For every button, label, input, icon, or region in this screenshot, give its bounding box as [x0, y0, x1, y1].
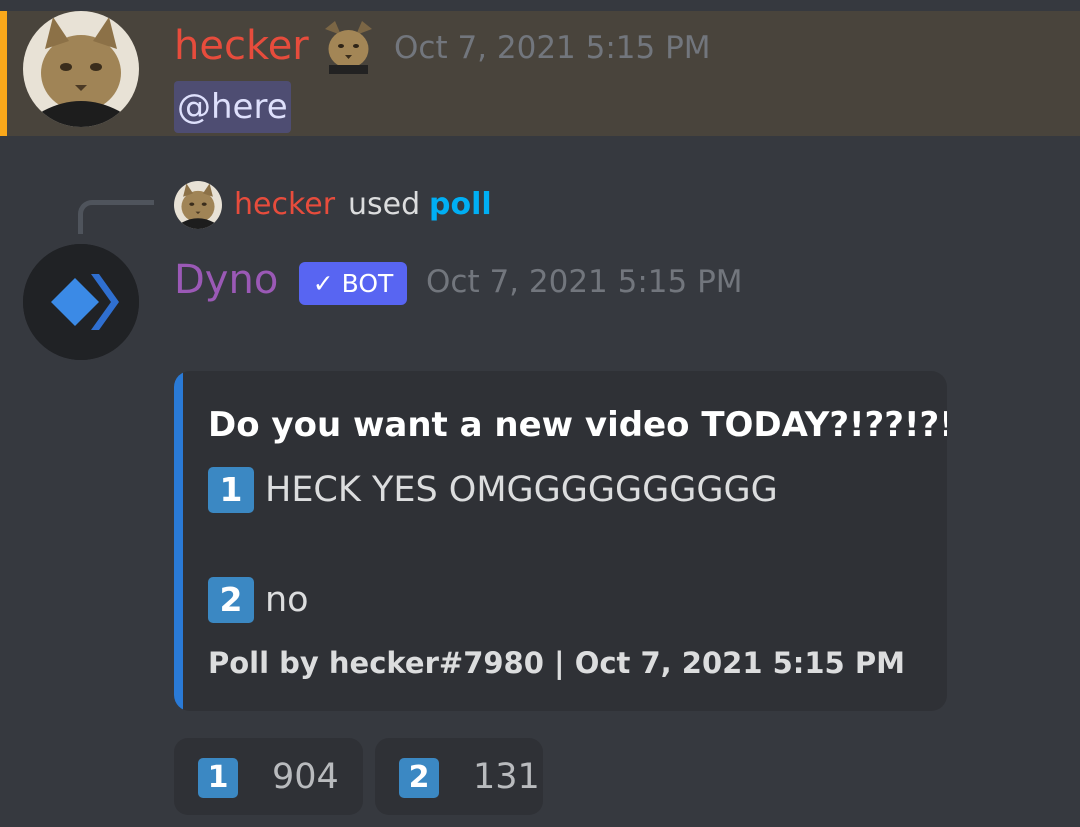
cat-emoji-icon: [321, 19, 376, 74]
poll-option-text: HECK YES OMGGGGGGGGGG: [265, 470, 778, 510]
reaction-two-button[interactable]: 2 131: [375, 738, 543, 815]
here-mention[interactable]: @here: [174, 81, 291, 133]
keycap-two-icon: 2: [208, 577, 254, 623]
reply-used-text: used: [348, 187, 421, 222]
mention-highlight-bar: [0, 11, 7, 136]
dyno-logo-icon[interactable]: [23, 244, 139, 360]
reaction-one-button[interactable]: 1 904: [174, 738, 363, 815]
message-author[interactable]: hecker: [174, 22, 309, 70]
reply-avatar-icon[interactable]: [174, 181, 222, 229]
poll-title: Do you want a new video TODAY?!??!?!: [208, 405, 947, 445]
message-timestamp: Oct 7, 2021 5:15 PM: [394, 30, 711, 66]
keycap-one-icon: 1: [208, 467, 254, 513]
poll-option-text: no: [265, 580, 309, 620]
reaction-count: 131: [473, 757, 540, 797]
reply-command[interactable]: poll: [429, 186, 492, 224]
reaction-count: 904: [272, 757, 339, 797]
keycap-one-icon: 1: [198, 758, 238, 798]
poll-footer: Poll by hecker#7980 | Oct 7, 2021 5:15 P…: [208, 646, 905, 680]
bot-tag-badge: ✓ BOT: [299, 262, 407, 305]
bot-message-timestamp: Oct 7, 2021 5:15 PM: [426, 264, 743, 300]
embed-accent-bar: [174, 371, 183, 711]
reply-username[interactable]: hecker: [234, 186, 335, 224]
cat-avatar-icon[interactable]: [23, 11, 139, 127]
keycap-two-icon: 2: [399, 758, 439, 798]
reply-spine: [78, 200, 154, 234]
poll-embed: Do you want a new video TODAY?!??!?! 1 H…: [174, 371, 947, 711]
bot-author[interactable]: Dyno: [174, 256, 278, 304]
